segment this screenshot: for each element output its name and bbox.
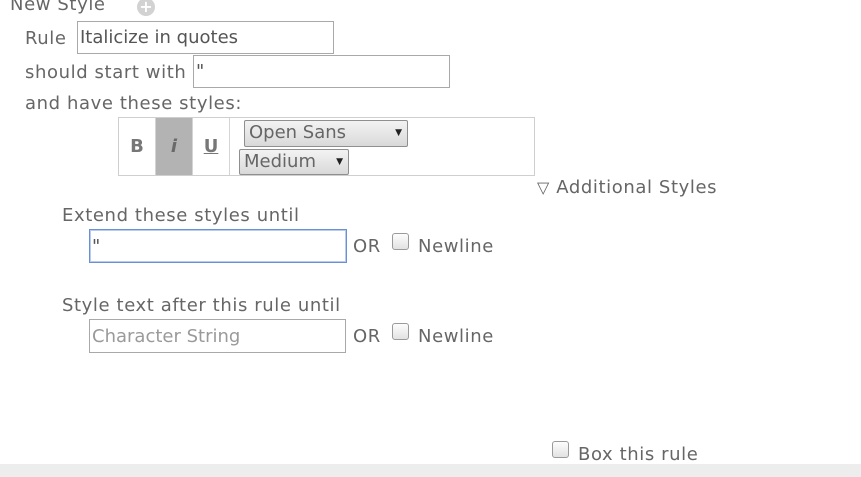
- bottom-divider: [0, 464, 861, 477]
- rule-name-input[interactable]: [77, 21, 334, 54]
- additional-styles-label: Additional Styles: [556, 177, 718, 198]
- after-label: Style text after this rule until: [62, 295, 341, 316]
- extend-newline-label: Newline: [418, 236, 494, 257]
- triangle-down-outline-icon: ▽: [537, 178, 550, 197]
- box-rule-checkbox[interactable]: [552, 441, 569, 458]
- styles-label: and have these styles:: [25, 93, 242, 114]
- extend-label: Extend these styles until: [62, 205, 300, 226]
- style-toolbar: B i U Open Sans ▼ Medium ▼: [118, 117, 535, 176]
- after-until-input[interactable]: [89, 319, 346, 353]
- underline-button[interactable]: U: [193, 118, 230, 175]
- bold-button[interactable]: B: [119, 118, 156, 175]
- chevron-down-icon: ▼: [395, 128, 402, 138]
- rule-label: Rule: [25, 28, 67, 49]
- start-with-label: should start with: [25, 62, 187, 83]
- extend-until-input[interactable]: [89, 229, 347, 263]
- start-with-input[interactable]: [193, 55, 450, 88]
- font-size-select[interactable]: Medium ▼: [239, 149, 349, 175]
- chevron-down-icon: ▼: [336, 157, 343, 167]
- italic-button[interactable]: i: [156, 118, 193, 175]
- extend-newline-checkbox[interactable]: [392, 233, 409, 250]
- font-family-select[interactable]: Open Sans ▼: [244, 120, 408, 147]
- plus-circle-icon[interactable]: +: [137, 0, 155, 16]
- box-rule-label: Box this rule: [578, 444, 699, 465]
- style-title: New Style: [10, 0, 106, 15]
- font-family-value: Open Sans: [249, 122, 347, 143]
- extend-or-label: OR: [353, 236, 381, 257]
- after-or-label: OR: [353, 326, 381, 347]
- after-newline-label: Newline: [418, 326, 494, 347]
- font-size-value: Medium: [244, 151, 316, 172]
- additional-styles-toggle[interactable]: ▽ Additional Styles: [537, 177, 717, 198]
- after-newline-checkbox[interactable]: [392, 323, 409, 340]
